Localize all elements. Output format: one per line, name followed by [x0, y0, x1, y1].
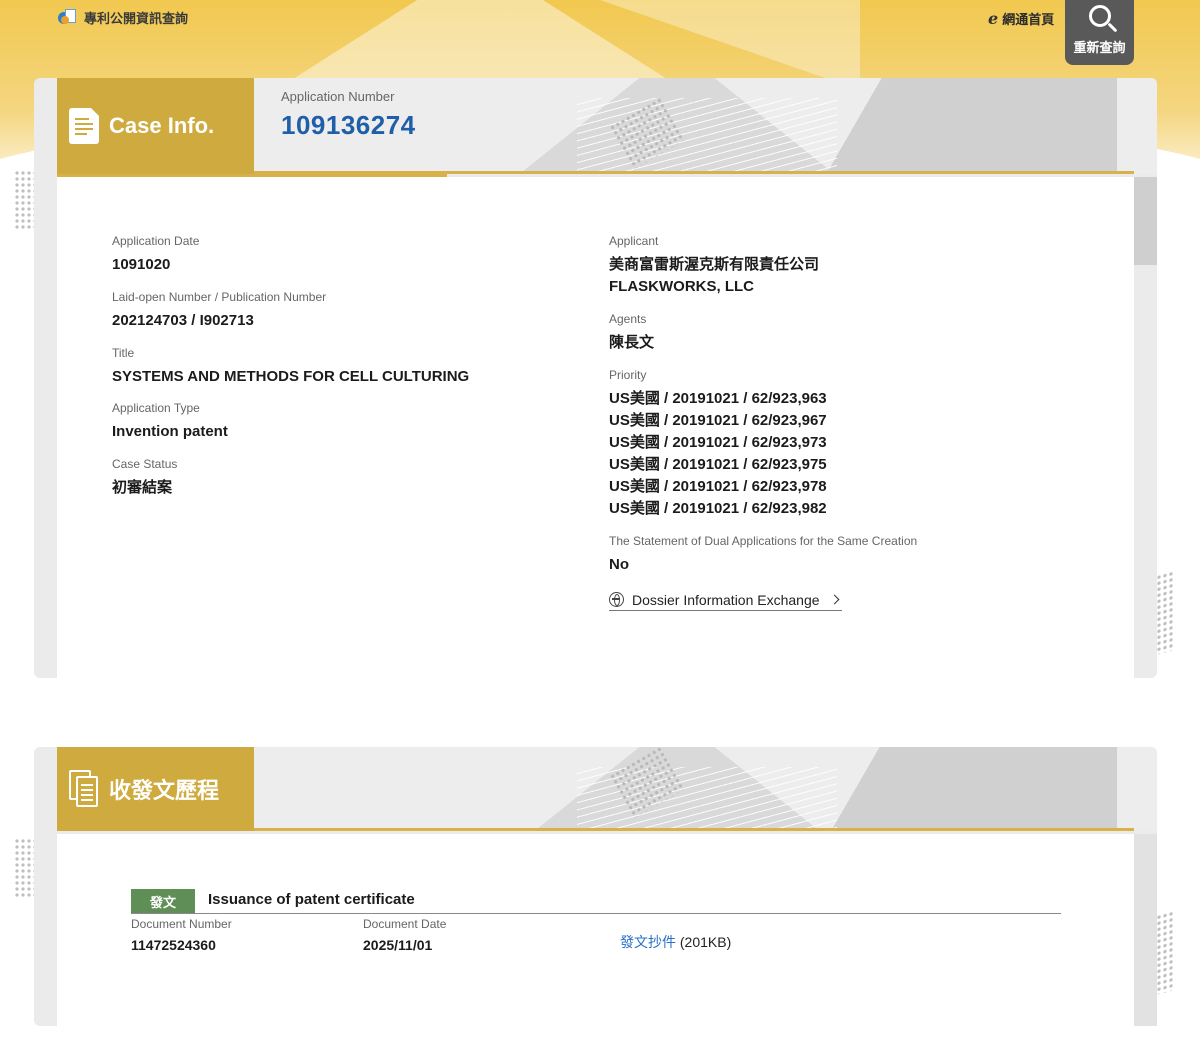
new-search-button[interactable]: 重新查詢	[1065, 0, 1134, 65]
field-value: 202124703 / I902713	[112, 312, 254, 329]
application-type-field: Application Type Invention patent	[112, 401, 228, 443]
documents-icon	[69, 770, 99, 808]
field-value: 2025/11/01	[363, 937, 433, 953]
chevron-right-icon	[829, 594, 840, 605]
scrollbar-track[interactable]	[1134, 834, 1157, 1026]
field-value: SYSTEMS AND METHODS FOR CELL CULTURING	[112, 368, 470, 385]
application-number-block: Application Number 109136274	[281, 89, 416, 141]
field-value: Invention patent	[112, 423, 228, 440]
internet-e-icon: e	[988, 9, 999, 28]
case-info-title: Case Info.	[109, 113, 215, 138]
history-title: 收發文歷程	[109, 778, 220, 803]
priority-line: US美國 / 20191021 / 62/923,982	[609, 500, 827, 517]
field-label: The Statement of Dual Applications for t…	[609, 534, 918, 548]
home-link-label: 網通首頁	[1002, 12, 1055, 27]
site-logo-icon	[58, 8, 78, 27]
dual-application-field: The Statement of Dual Applications for t…	[609, 534, 917, 576]
top-bar: 專利公開資訊查詢 e 網通首頁 重新查詢	[0, 0, 1200, 65]
priority-line: US美國 / 20191021 / 62/923,973	[609, 434, 827, 451]
dossier-link-label: Dossier Information Exchange	[632, 591, 820, 608]
divider	[131, 913, 1061, 914]
applicant-name-en: FLASKWORKS, LLC	[609, 278, 754, 295]
priority-line: US美國 / 20191021 / 62/923,978	[609, 478, 827, 495]
home-link[interactable]: e 網通首頁	[988, 9, 1054, 28]
priority-field: Priority US美國 / 20191021 / 62/923,963 US…	[609, 368, 827, 520]
site-title-text: 專利公開資訊查詢	[84, 11, 189, 26]
document-number-field: Document Number 11472524360	[131, 917, 232, 953]
agents-field: Agents 陳長文	[609, 312, 654, 354]
field-label: Laid-open Number / Publication Number	[112, 290, 327, 304]
field-value: 11472524360	[131, 937, 216, 953]
field-label: Document Date	[363, 917, 447, 931]
tab-underline	[57, 174, 447, 177]
dossier-information-exchange-link[interactable]: Dossier Information Exchange	[609, 589, 842, 611]
priority-line: US美國 / 20191021 / 62/923,975	[609, 456, 827, 473]
field-label: Document Number	[131, 917, 232, 931]
field-label: Applicant	[609, 234, 659, 248]
document-date-field: Document Date 2025/11/01	[363, 917, 446, 953]
history-tab: 收發文歷程	[57, 747, 254, 831]
field-label: Application Date	[112, 234, 200, 248]
document-copy-link[interactable]: 發文抄件	[620, 934, 676, 950]
case-info-tab: Case Info.	[57, 78, 254, 174]
field-label: Case Status	[112, 457, 178, 471]
document-copy-size: (201KB)	[679, 934, 732, 950]
case-status-field: Case Status 初審結案	[112, 457, 177, 499]
field-label: Priority	[609, 368, 647, 382]
document-title: Issuance of patent certificate	[208, 891, 415, 908]
publication-number-field: Laid-open Number / Publication Number 20…	[112, 290, 326, 332]
application-number-value: 109136274	[281, 110, 416, 140]
title-field: Title SYSTEMS AND METHODS FOR CELL CULTU…	[112, 346, 469, 388]
globe-exchange-icon	[609, 592, 624, 607]
scrollbar-thumb[interactable]	[1134, 177, 1157, 265]
document-copy: 發文抄件 (201KB)	[620, 932, 731, 952]
search-icon	[1088, 5, 1111, 27]
priority-line: US美國 / 20191021 / 62/923,963	[609, 390, 827, 407]
field-label: Agents	[609, 312, 647, 326]
application-number-label: Application Number	[281, 89, 395, 104]
applicant-name-zh: 美商富雷斯渥克斯有限責任公司	[609, 256, 820, 273]
applicant-field: Applicant 美商富雷斯渥克斯有限責任公司 FLASKWORKS, LLC	[609, 234, 819, 298]
field-value: US美國 / 20191021 / 62/923,963 US美國 / 2019…	[609, 388, 827, 520]
document-history-card: 收發文歷程	[34, 747, 1157, 1026]
field-value: 1091020	[112, 256, 171, 273]
application-date-field: Application Date 1091020	[112, 234, 199, 276]
field-value: 美商富雷斯渥克斯有限責任公司 FLASKWORKS, LLC	[609, 254, 819, 298]
field-value: 初審結案	[112, 479, 173, 496]
field-label: Title	[112, 346, 135, 360]
new-search-label: 重新查詢	[1073, 40, 1126, 55]
field-label: Application Type	[112, 401, 200, 415]
document-icon	[69, 108, 99, 144]
field-value: No	[609, 556, 629, 573]
priority-line: US美國 / 20191021 / 62/923,967	[609, 412, 827, 429]
outgoing-badge: 發文	[131, 889, 195, 913]
field-value: 陳長文	[609, 334, 655, 351]
site-title[interactable]: 專利公開資訊查詢	[58, 8, 188, 27]
